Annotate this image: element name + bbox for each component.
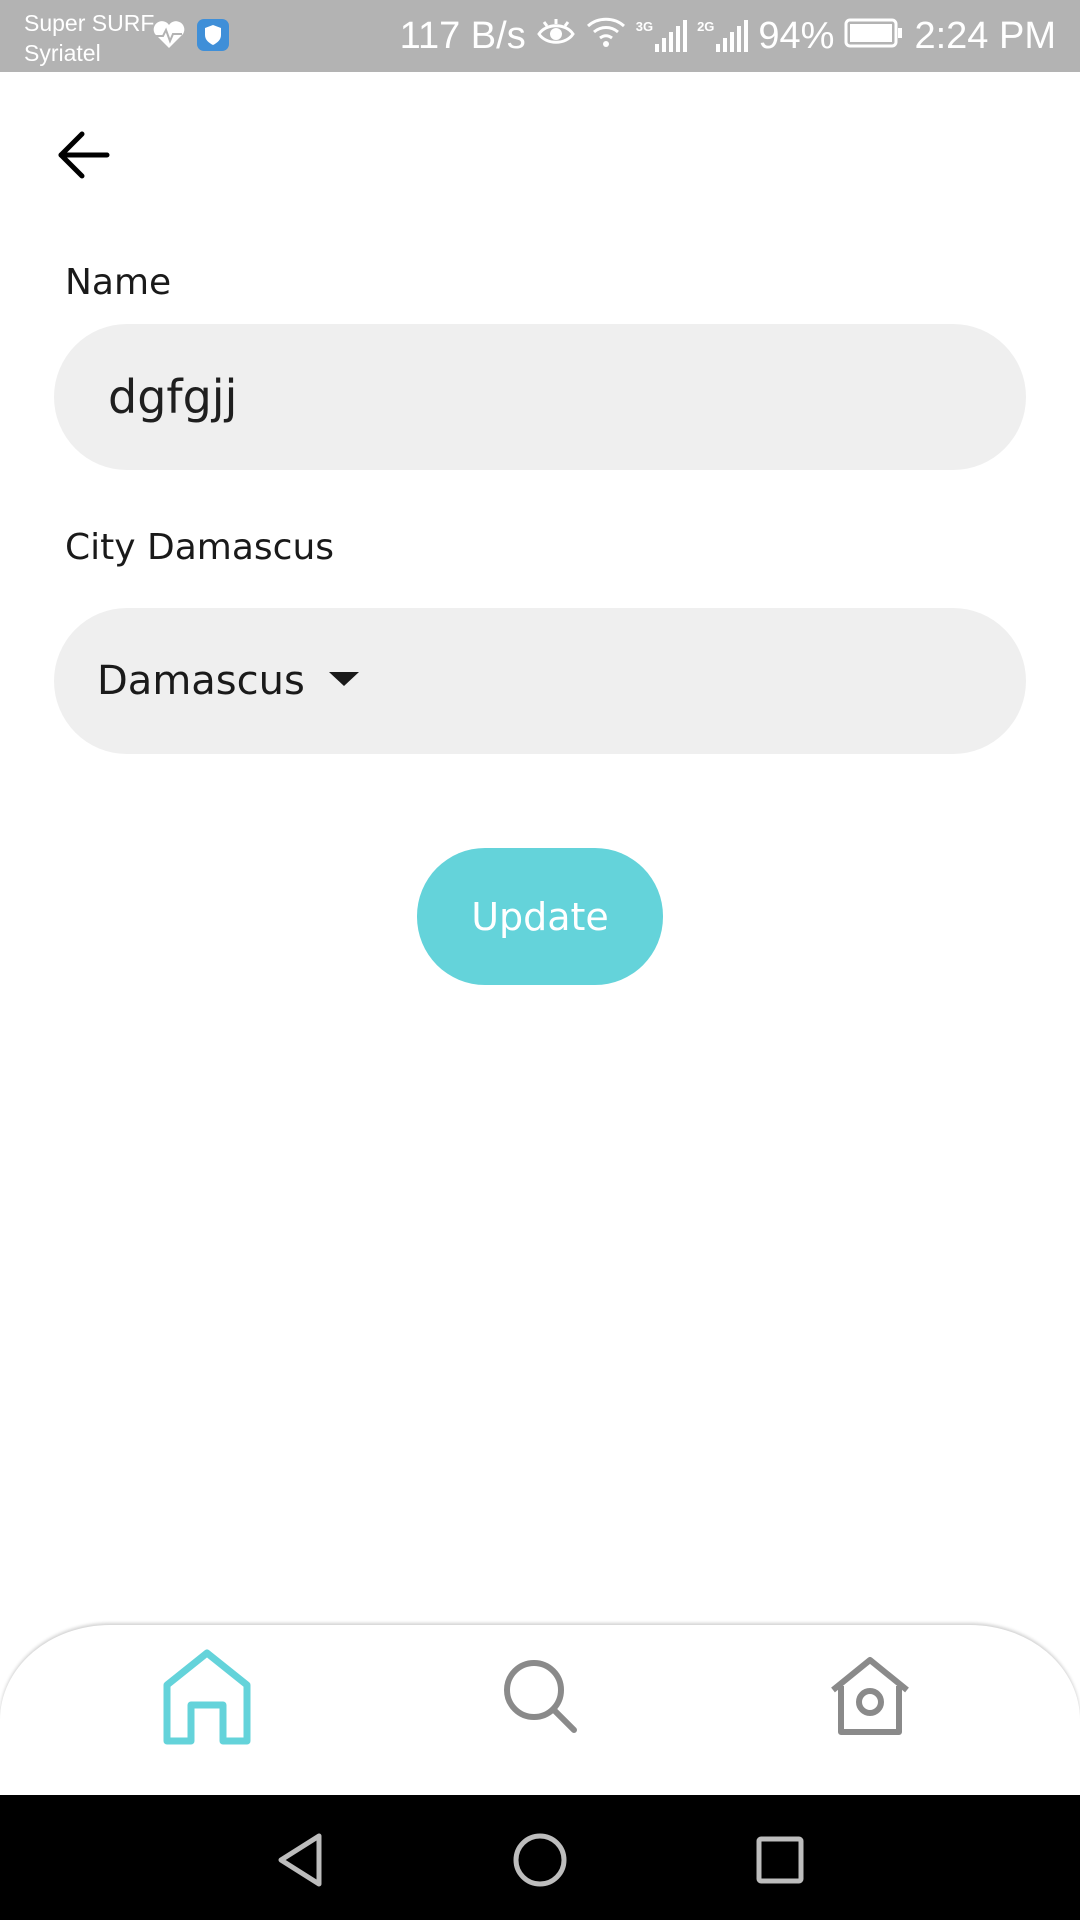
carrier-line-1: Super SURF <box>24 10 155 36</box>
home-icon <box>163 1649 251 1745</box>
city-field-container: Damascus <box>54 608 1026 754</box>
nav-home[interactable] <box>157 1641 257 1751</box>
signal-3g-icon: 3G <box>635 19 688 52</box>
health-icon <box>152 20 186 55</box>
net-3g-label: 3G <box>635 19 654 34</box>
name-label: Name <box>65 262 172 303</box>
wifi-icon <box>586 15 626 58</box>
shield-icon <box>196 18 230 57</box>
circle-home-icon <box>513 1833 567 1887</box>
city-label: City Damascus <box>65 527 335 568</box>
name-field-container <box>54 324 1026 470</box>
nav-search[interactable] <box>490 1641 590 1751</box>
name-input[interactable] <box>108 324 968 470</box>
back-button[interactable] <box>56 130 112 180</box>
bottom-nav <box>0 1625 1080 1795</box>
house-camera-icon <box>831 1657 909 1735</box>
update-button[interactable]: Update <box>417 848 663 985</box>
signal-2g-icon: 2G <box>697 19 749 52</box>
net-speed: 117 B/s <box>399 15 526 57</box>
system-home-button[interactable] <box>505 1825 575 1895</box>
eye-icon <box>536 15 576 58</box>
status-right: 117 B/s 3G 2G 94% 2:24 PM <box>400 14 1056 58</box>
clock: 2:24 PM <box>914 15 1056 57</box>
square-recents-icon <box>756 1836 804 1884</box>
city-selected-value: Damascus <box>97 658 305 704</box>
status-left-icons <box>152 18 230 57</box>
carrier-info: Super SURF Syriatel <box>24 8 154 68</box>
arrow-left-icon <box>58 131 110 179</box>
caret-down-icon <box>327 670 361 693</box>
battery-icon <box>844 15 904 58</box>
net-2g-label: 2G <box>697 19 715 34</box>
system-back-button[interactable] <box>265 1825 335 1895</box>
nav-house[interactable] <box>820 1641 920 1751</box>
carrier-line-2: Syriatel <box>24 40 101 66</box>
system-recents-button[interactable] <box>745 1825 815 1895</box>
triangle-back-icon <box>278 1833 322 1887</box>
search-icon <box>504 1660 577 1733</box>
battery-percent: 94% <box>758 15 835 57</box>
system-nav-bar <box>0 1795 1080 1920</box>
city-dropdown[interactable]: Damascus <box>97 608 361 754</box>
status-bar: Super SURF Syriatel 117 B/s 3G 2G 94% 2:… <box>0 0 1080 72</box>
